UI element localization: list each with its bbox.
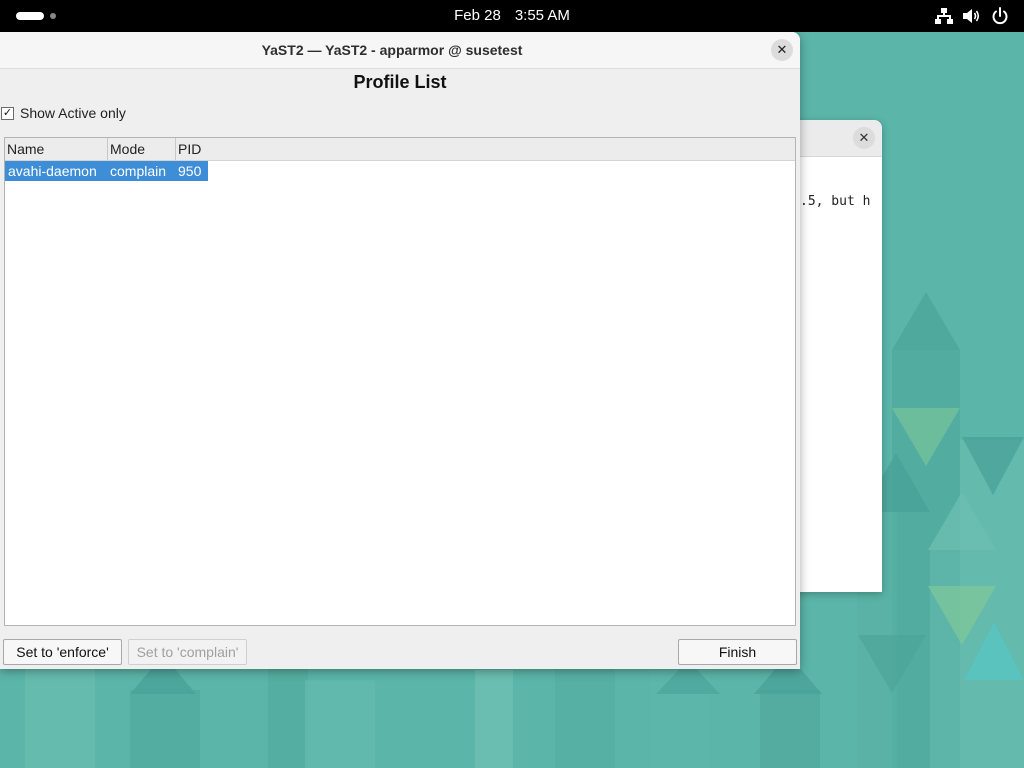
- power-icon[interactable]: [990, 6, 1010, 26]
- activities-button[interactable]: [16, 12, 44, 20]
- yast-window: YaST2 — YaST2 - apparmor @ susetest ✕ Pr…: [0, 32, 800, 669]
- volume-icon[interactable]: [961, 6, 981, 26]
- cell-pid: 950: [175, 161, 208, 181]
- close-icon[interactable]: ✕: [771, 39, 793, 61]
- clock-date[interactable]: Feb 28: [454, 7, 501, 24]
- set-complain-label: Set to 'complain': [136, 644, 239, 660]
- clock: Feb 28 3:55 AM: [0, 0, 1024, 32]
- window-titlebar[interactable]: YaST2 — YaST2 - apparmor @ susetest ✕: [0, 32, 800, 69]
- finish-button[interactable]: Finish: [678, 639, 797, 665]
- table-header: Name Mode PID: [5, 138, 795, 161]
- network-icon[interactable]: [934, 6, 954, 26]
- finish-label: Finish: [718, 644, 757, 660]
- workspace-indicator[interactable]: [50, 13, 56, 19]
- set-complain-button[interactable]: Set to 'complain': [128, 639, 247, 665]
- top-bar: Feb 28 3:55 AM: [0, 0, 1024, 32]
- checkbox-checkmark-icon[interactable]: ✓: [1, 106, 14, 120]
- column-header-pid[interactable]: PID: [176, 138, 236, 160]
- profile-table[interactable]: Name Mode PID avahi-daemon complain 950: [4, 137, 796, 626]
- window-title: YaST2 — YaST2 - apparmor @ susetest: [261, 42, 523, 58]
- page-title: Profile List: [353, 72, 447, 92]
- show-active-only-checkbox[interactable]: ✓ Show Active only: [1, 104, 126, 122]
- column-header-mode[interactable]: Mode: [108, 138, 176, 160]
- cell-name: avahi-daemon: [5, 161, 107, 181]
- show-active-only-label[interactable]: Show Active only: [20, 105, 126, 121]
- clock-time[interactable]: 3:55 AM: [515, 7, 570, 24]
- column-header-name[interactable]: Name: [5, 138, 108, 160]
- close-icon[interactable]: ✕: [853, 127, 875, 149]
- cell-mode: complain: [107, 161, 175, 181]
- set-enforce-button[interactable]: Set to 'enforce': [3, 639, 122, 665]
- set-enforce-label: Set to 'enforce': [16, 644, 109, 660]
- terminal-output: .5, but h: [800, 194, 871, 209]
